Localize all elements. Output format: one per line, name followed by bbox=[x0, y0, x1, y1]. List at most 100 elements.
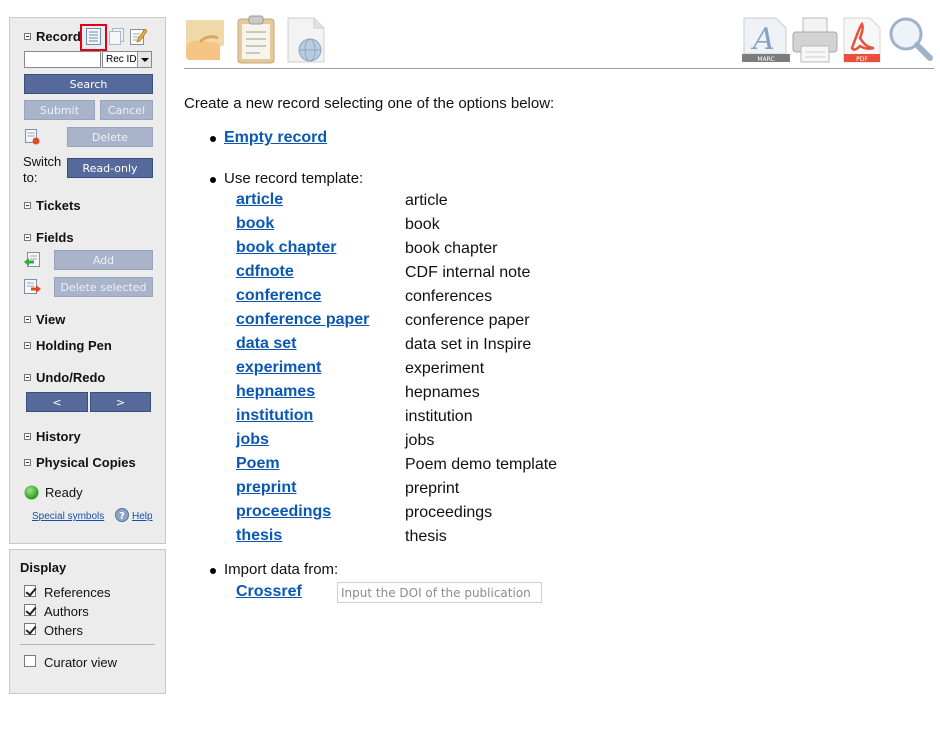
import-from-label: Import data from: bbox=[224, 561, 339, 578]
marc-view-icon[interactable]: A MARC bbox=[742, 16, 790, 64]
marc-badge-text: MARC bbox=[757, 56, 774, 63]
fields-section-title: Fields bbox=[36, 230, 74, 245]
delete-record-icon bbox=[25, 129, 40, 145]
template-description: book chapter bbox=[405, 240, 498, 257]
magnifier-search-icon[interactable] bbox=[886, 14, 934, 64]
fields-section-header[interactable]: Fields bbox=[24, 230, 74, 245]
switch-to-label: Switch to: bbox=[23, 154, 62, 185]
svg-text:?: ? bbox=[119, 511, 125, 522]
template-description: preprint bbox=[405, 480, 460, 497]
physical-copies-section-header[interactable]: Physical Copies bbox=[24, 455, 136, 470]
add-field-icon bbox=[24, 252, 40, 267]
template-link[interactable]: data set bbox=[236, 335, 296, 353]
holding-pen-section-title: Holding Pen bbox=[36, 338, 112, 353]
select-value: Rec ID bbox=[106, 54, 137, 65]
template-link[interactable]: institution bbox=[236, 407, 313, 425]
bullet bbox=[210, 568, 216, 574]
references-label: References bbox=[44, 585, 111, 600]
template-description: book bbox=[405, 216, 440, 233]
web-document-icon[interactable] bbox=[286, 16, 328, 64]
collapse-toggle-icon[interactable] bbox=[24, 342, 31, 349]
template-description: conference paper bbox=[405, 312, 530, 329]
undo-redo-section-header[interactable]: Undo/Redo bbox=[24, 370, 105, 385]
pdf-badge-text: PDF bbox=[856, 56, 868, 63]
physical-copies-section-title: Physical Copies bbox=[36, 455, 136, 470]
template-description: experiment bbox=[405, 360, 485, 377]
references-checkbox[interactable] bbox=[24, 585, 36, 597]
view-section-title: View bbox=[36, 312, 66, 327]
template-link[interactable]: conference paper bbox=[236, 311, 369, 329]
help-link[interactable]: Help bbox=[132, 511, 153, 522]
ticket-hand-icon[interactable] bbox=[184, 16, 230, 64]
template-link[interactable]: preprint bbox=[236, 479, 296, 497]
collapse-toggle-icon[interactable] bbox=[24, 316, 31, 323]
curator-view-checkbox[interactable] bbox=[24, 655, 36, 667]
collapse-toggle-icon[interactable] bbox=[24, 33, 31, 40]
svg-text:A: A bbox=[750, 22, 775, 57]
template-link[interactable]: book bbox=[236, 215, 274, 233]
search-button[interactable]: Search bbox=[24, 74, 153, 94]
pdf-icon[interactable]: PDF bbox=[840, 16, 884, 64]
authors-checkbox[interactable] bbox=[24, 604, 36, 616]
record-id-input[interactable] bbox=[24, 51, 101, 68]
special-symbols-link[interactable]: Special symbols bbox=[32, 511, 104, 522]
collapse-toggle-icon[interactable] bbox=[24, 459, 31, 466]
submit-button[interactable]: Submit bbox=[24, 100, 95, 120]
bullet bbox=[210, 177, 216, 183]
cancel-button[interactable]: Cancel bbox=[100, 100, 153, 120]
template-description: hepnames bbox=[405, 384, 480, 401]
collapse-toggle-icon[interactable] bbox=[24, 234, 31, 241]
template-link[interactable]: experiment bbox=[236, 359, 321, 377]
template-link[interactable]: Poem bbox=[236, 455, 280, 473]
divider bbox=[20, 644, 155, 645]
collapse-toggle-icon[interactable] bbox=[24, 433, 31, 440]
tickets-section-header[interactable]: Tickets bbox=[24, 198, 81, 213]
toolbar-divider bbox=[184, 68, 934, 69]
record-section-title: Record bbox=[36, 29, 81, 44]
others-checkbox[interactable] bbox=[24, 623, 36, 635]
template-description: article bbox=[405, 192, 448, 209]
template-link[interactable]: proceedings bbox=[236, 503, 331, 521]
doi-input[interactable] bbox=[337, 582, 542, 603]
template-description: Poem demo template bbox=[405, 456, 558, 473]
others-label: Others bbox=[44, 623, 84, 638]
undo-redo-section-title: Undo/Redo bbox=[36, 370, 106, 385]
use-template-label: Use record template: bbox=[224, 170, 364, 187]
collapse-toggle-icon[interactable] bbox=[24, 202, 31, 209]
template-description: jobs bbox=[405, 432, 435, 449]
record-section-header[interactable]: Record bbox=[24, 29, 81, 44]
edit-template-icon[interactable] bbox=[130, 27, 147, 45]
template-link[interactable]: book chapter bbox=[236, 239, 336, 257]
clone-record-icon[interactable] bbox=[109, 28, 124, 45]
template-link[interactable]: hepnames bbox=[236, 383, 315, 401]
undo-button[interactable]: < bbox=[26, 392, 88, 412]
read-only-button[interactable]: Read-only bbox=[67, 158, 153, 178]
delete-selected-button[interactable]: Delete selected bbox=[54, 277, 153, 297]
template-link[interactable]: cdfnote bbox=[236, 263, 294, 281]
history-section-header[interactable]: History bbox=[24, 429, 81, 444]
help-icon[interactable]: ? bbox=[115, 508, 129, 522]
delete-field-icon bbox=[24, 279, 41, 294]
view-section-header[interactable]: View bbox=[24, 312, 65, 327]
holding-pen-section-header[interactable]: Holding Pen bbox=[24, 338, 112, 353]
crossref-link[interactable]: Crossref bbox=[236, 583, 302, 601]
record-id-type-select[interactable]: Rec ID bbox=[102, 51, 152, 68]
print-icon[interactable] bbox=[791, 16, 839, 64]
template-description: proceedings bbox=[405, 504, 493, 521]
curator-view-label: Curator view bbox=[44, 655, 117, 670]
empty-record-link[interactable]: Empty record bbox=[224, 129, 327, 147]
template-link[interactable]: thesis bbox=[236, 527, 282, 545]
display-title: Display bbox=[20, 560, 67, 575]
delete-button[interactable]: Delete bbox=[67, 127, 153, 147]
status-green-icon bbox=[24, 485, 39, 500]
redo-button[interactable]: > bbox=[90, 392, 151, 412]
template-link[interactable]: jobs bbox=[236, 431, 269, 449]
template-link[interactable]: conference bbox=[236, 287, 321, 305]
template-description: conferences bbox=[405, 288, 493, 305]
add-field-button[interactable]: Add bbox=[54, 250, 153, 270]
collapse-toggle-icon[interactable] bbox=[24, 374, 31, 381]
new-record-icon[interactable] bbox=[86, 28, 101, 45]
clipboard-icon[interactable] bbox=[236, 14, 278, 64]
template-link[interactable]: article bbox=[236, 191, 283, 209]
template-description: CDF internal note bbox=[405, 264, 531, 281]
